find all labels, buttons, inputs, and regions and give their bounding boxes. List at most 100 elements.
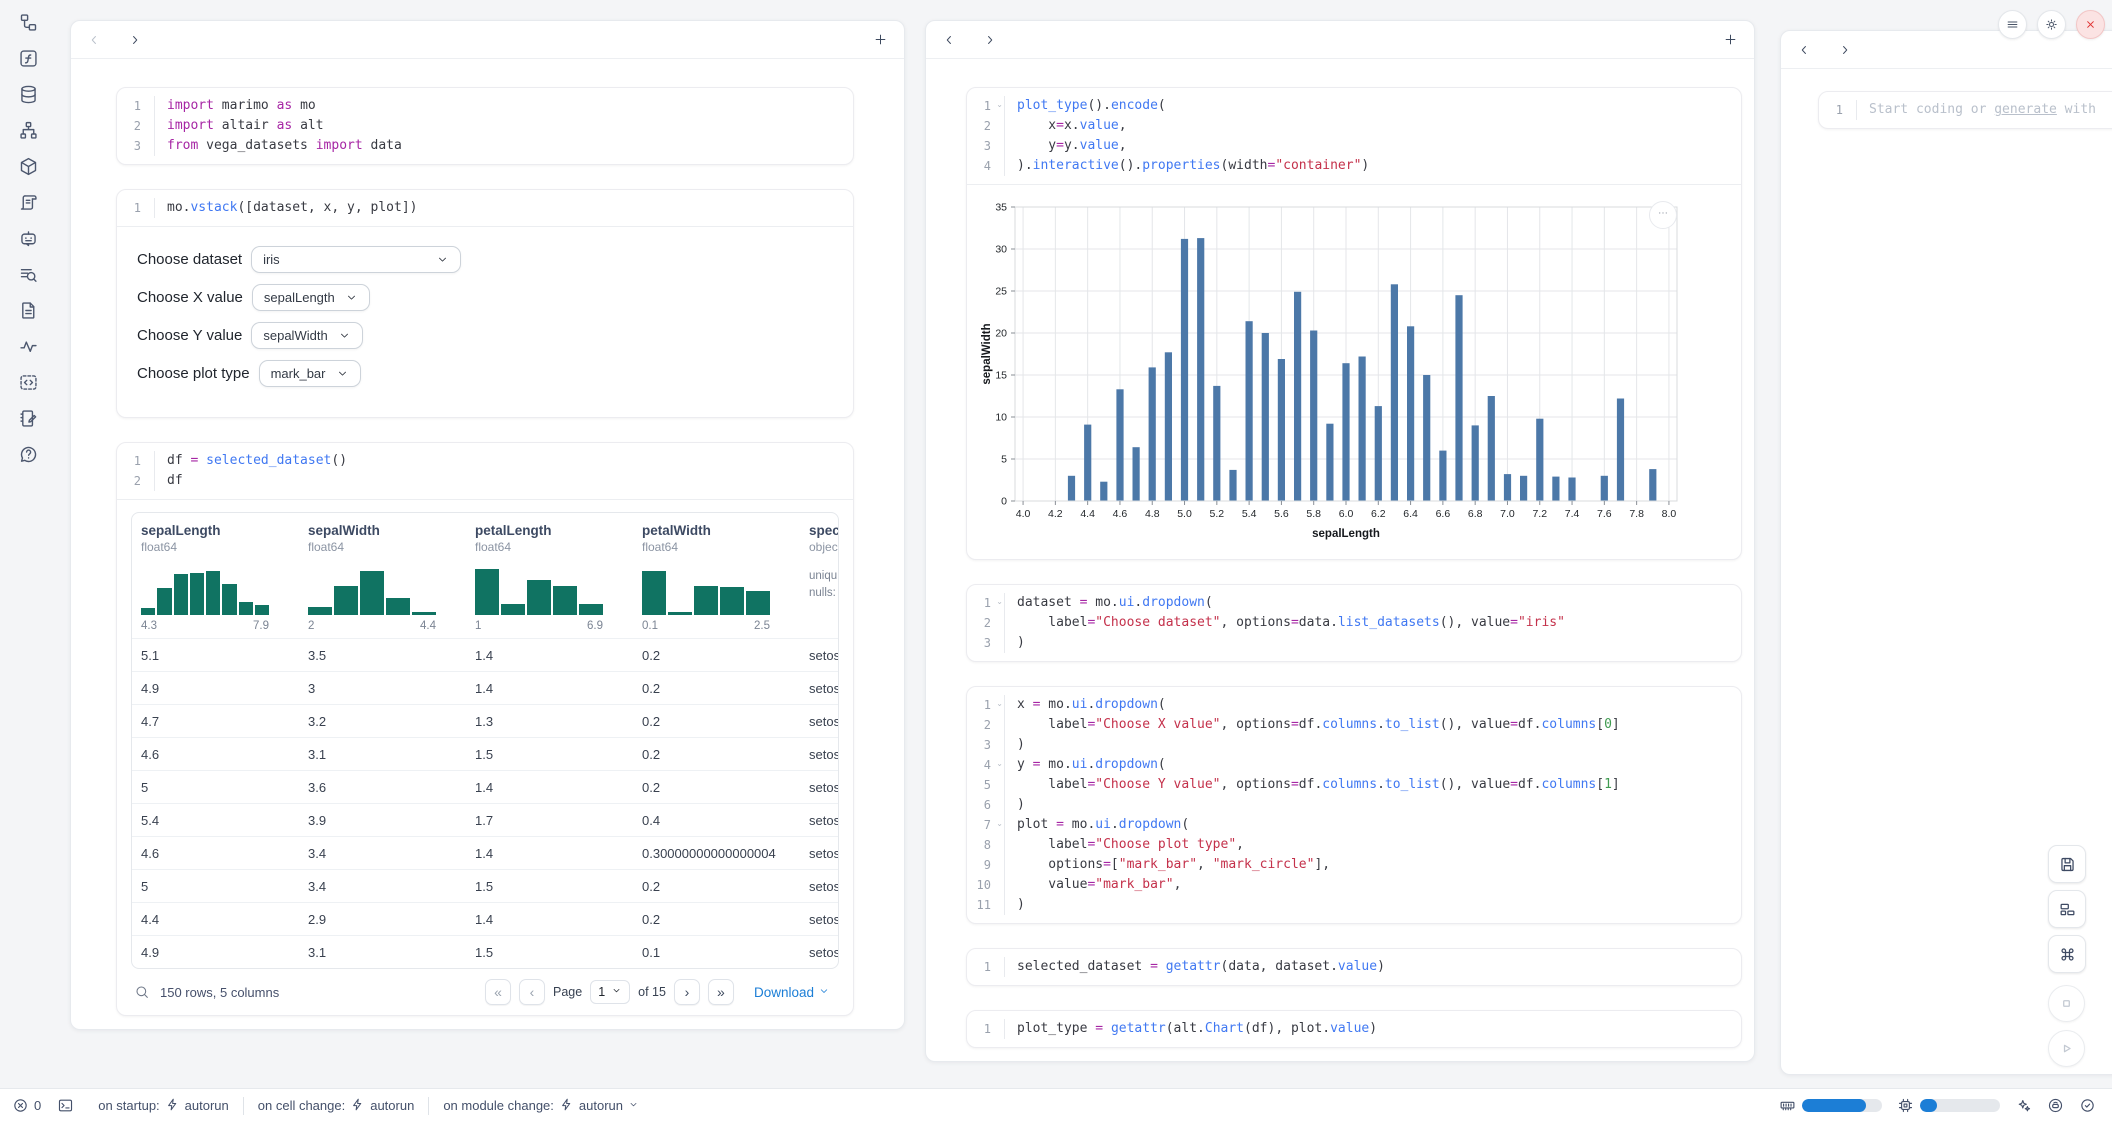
code-editor[interactable]: 1selected_dataset = getattr(data, datase…	[967, 949, 1741, 985]
menu-button[interactable]	[1998, 10, 2027, 39]
fold-chevron-icon[interactable]: ⌄	[996, 100, 1003, 110]
snippets-icon[interactable]	[18, 372, 39, 393]
command-palette-button[interactable]	[2048, 935, 2086, 973]
code-line[interactable]: 2 label="Choose X value", options=df.col…	[967, 715, 1731, 735]
download-button[interactable]: Download	[754, 985, 830, 1000]
ai-chat-icon[interactable]	[18, 228, 39, 249]
code-line[interactable]: 1selected_dataset = getattr(data, datase…	[967, 957, 1731, 977]
last-page-button[interactable]: »	[708, 979, 734, 1005]
fold-chevron-icon[interactable]: ⌄	[996, 699, 1003, 709]
code-line[interactable]: 3 y=y.value,	[967, 136, 1731, 156]
dropdown-select-3[interactable]: mark_bar	[259, 360, 361, 387]
code-line[interactable]: 9 options=["mark_bar", "mark_circle"],	[967, 855, 1731, 875]
column-header-sepalWidth[interactable]: sepalWidth float64 2 4.4	[299, 523, 466, 632]
code-line[interactable]: 11)	[967, 895, 1731, 915]
code-editor[interactable]: 1df = selected_dataset()2df	[117, 443, 853, 499]
kernel-status-button[interactable]	[2079, 1097, 2096, 1114]
terminal-button[interactable]	[57, 1097, 74, 1114]
dependency-graph-icon[interactable]	[18, 120, 39, 141]
code-editor[interactable]: 1⌄plot_type().encode(2 x=x.value,3 y=y.v…	[967, 88, 1741, 184]
copilot-button[interactable]	[2047, 1097, 2064, 1114]
code-line[interactable]: 7⌄plot = mo.ui.dropdown(	[967, 815, 1731, 835]
error-count-button[interactable]: 0	[12, 1097, 41, 1114]
runtime-config-0[interactable]: on startup:autorun	[98, 1097, 229, 1115]
code-line[interactable]: 6)	[967, 795, 1731, 815]
dropdown-select-0[interactable]: iris	[251, 246, 461, 273]
code-line[interactable]: 2df	[117, 471, 843, 491]
code-line[interactable]: 1mo.vstack([dataset, x, y, plot])	[117, 198, 843, 218]
code-line[interactable]: 1import marimo as mo	[117, 96, 843, 116]
runtime-config-1[interactable]: on cell change:autorun	[258, 1097, 415, 1115]
code-line[interactable]: 1Start coding or generate with	[1819, 100, 2112, 120]
code-editor[interactable]: 1Start coding or generate with	[1819, 92, 2112, 128]
add-cell-button[interactable]	[1723, 32, 1738, 47]
documentation-icon[interactable]	[18, 300, 39, 321]
code-line[interactable]: 3from vega_datasets import data	[117, 136, 843, 156]
table-cell: setos	[800, 813, 838, 828]
code-editor[interactable]: 1⌄x = mo.ui.dropdown(2 label="Choose X v…	[967, 687, 1741, 923]
dropdown-select-2[interactable]: sepalWidth	[251, 322, 362, 349]
code-line[interactable]: 3)	[967, 735, 1731, 755]
column-header-petalLength[interactable]: petalLength float64 1 6.9	[466, 523, 633, 632]
code-line[interactable]: 1⌄x = mo.ui.dropdown(	[967, 695, 1731, 715]
scripts-icon[interactable]	[18, 192, 39, 213]
scroll-column-right-button[interactable]	[128, 33, 142, 47]
bar-chart[interactable]: 4.04.24.44.64.85.05.25.45.65.86.06.26.46…	[977, 197, 1692, 547]
scroll-column-left-button[interactable]	[87, 33, 101, 47]
code-line[interactable]: 1⌄plot_type().encode(	[967, 96, 1731, 116]
scroll-column-left-button[interactable]	[1797, 43, 1811, 57]
code-editor[interactable]: 1plot_type = getattr(alt.Chart(df), plot…	[967, 1011, 1741, 1047]
code-line[interactable]: 2 x=x.value,	[967, 116, 1731, 136]
page-select[interactable]: 1	[590, 980, 630, 1004]
code-line[interactable]: 1plot_type = getattr(alt.Chart(df), plot…	[967, 1019, 1731, 1039]
code-editor[interactable]: 1import marimo as mo2import altair as al…	[117, 88, 853, 164]
scroll-column-right-button[interactable]	[983, 33, 997, 47]
stop-kernel-button[interactable]	[2048, 985, 2085, 1022]
code-line[interactable]: 2 label="Choose dataset", options=data.l…	[967, 613, 1731, 633]
variables-icon[interactable]	[18, 48, 39, 69]
file-explorer-icon[interactable]	[18, 12, 39, 33]
column-header-petalWidth[interactable]: petalWidth float64 0.1 2.5	[633, 523, 800, 632]
code-line[interactable]: 3)	[967, 633, 1731, 653]
code-line[interactable]: 5 label="Choose Y value", options=df.col…	[967, 775, 1731, 795]
code-editor[interactable]: 1⌄dataset = mo.ui.dropdown(2 label="Choo…	[967, 585, 1741, 661]
shutdown-button[interactable]	[2076, 10, 2105, 39]
code-line[interactable]: 4⌄y = mo.ui.dropdown(	[967, 755, 1731, 775]
tracing-icon[interactable]	[18, 336, 39, 357]
chart-menu-button[interactable]	[1649, 201, 1677, 229]
first-page-button[interactable]: «	[485, 979, 511, 1005]
settings-button[interactable]	[2037, 10, 2066, 39]
datasources-icon[interactable]	[18, 84, 39, 105]
search-icon[interactable]	[134, 984, 150, 1000]
packages-icon[interactable]	[18, 156, 39, 177]
add-cell-button[interactable]	[873, 32, 888, 47]
runtime-config-2[interactable]: on module change:autorun	[443, 1097, 639, 1115]
next-page-button[interactable]: ›	[674, 979, 700, 1005]
dropdown-select-1[interactable]: sepalLength	[252, 284, 370, 311]
fold-chevron-icon[interactable]: ⌄	[996, 759, 1003, 769]
table-cell: 1.4	[466, 780, 633, 795]
previous-page-button[interactable]: ‹	[519, 979, 545, 1005]
code-editor[interactable]: 1mo.vstack([dataset, x, y, plot])	[117, 190, 853, 226]
code-line[interactable]: 8 label="Choose plot type",	[967, 835, 1731, 855]
fold-chevron-icon[interactable]: ⌄	[996, 597, 1003, 607]
code-line[interactable]: 1df = selected_dataset()	[117, 451, 843, 471]
code-line[interactable]: 4).interactive().properties(width="conta…	[967, 156, 1731, 176]
save-notebook-button[interactable]	[2048, 845, 2086, 883]
code-line[interactable]: 2import altair as alt	[117, 116, 843, 136]
layout-toggle-button[interactable]	[2048, 890, 2086, 928]
column-header-species[interactable]: speci objec uniqu nulls:	[800, 523, 838, 632]
help-icon[interactable]	[18, 444, 39, 465]
code-line[interactable]: 1⌄dataset = mo.ui.dropdown(	[967, 593, 1731, 613]
ai-assistant-button[interactable]	[2015, 1097, 2032, 1114]
fold-chevron-icon[interactable]: ⌄	[996, 819, 1003, 829]
run-all-button[interactable]	[2048, 1030, 2085, 1067]
scroll-column-left-button[interactable]	[942, 33, 956, 47]
scratchpad-icon[interactable]	[18, 408, 39, 429]
table-row: 4.93.11.50.1setos	[132, 935, 838, 968]
scroll-column-right-button[interactable]	[1838, 43, 1852, 57]
logs-icon[interactable]	[18, 264, 39, 285]
code-line[interactable]: 10 value="mark_bar",	[967, 875, 1731, 895]
notebook-column-middle: 1⌄plot_type().encode(2 x=x.value,3 y=y.v…	[925, 20, 1755, 1062]
column-header-sepalLength[interactable]: sepalLength float64 4.3 7.9	[132, 523, 299, 632]
